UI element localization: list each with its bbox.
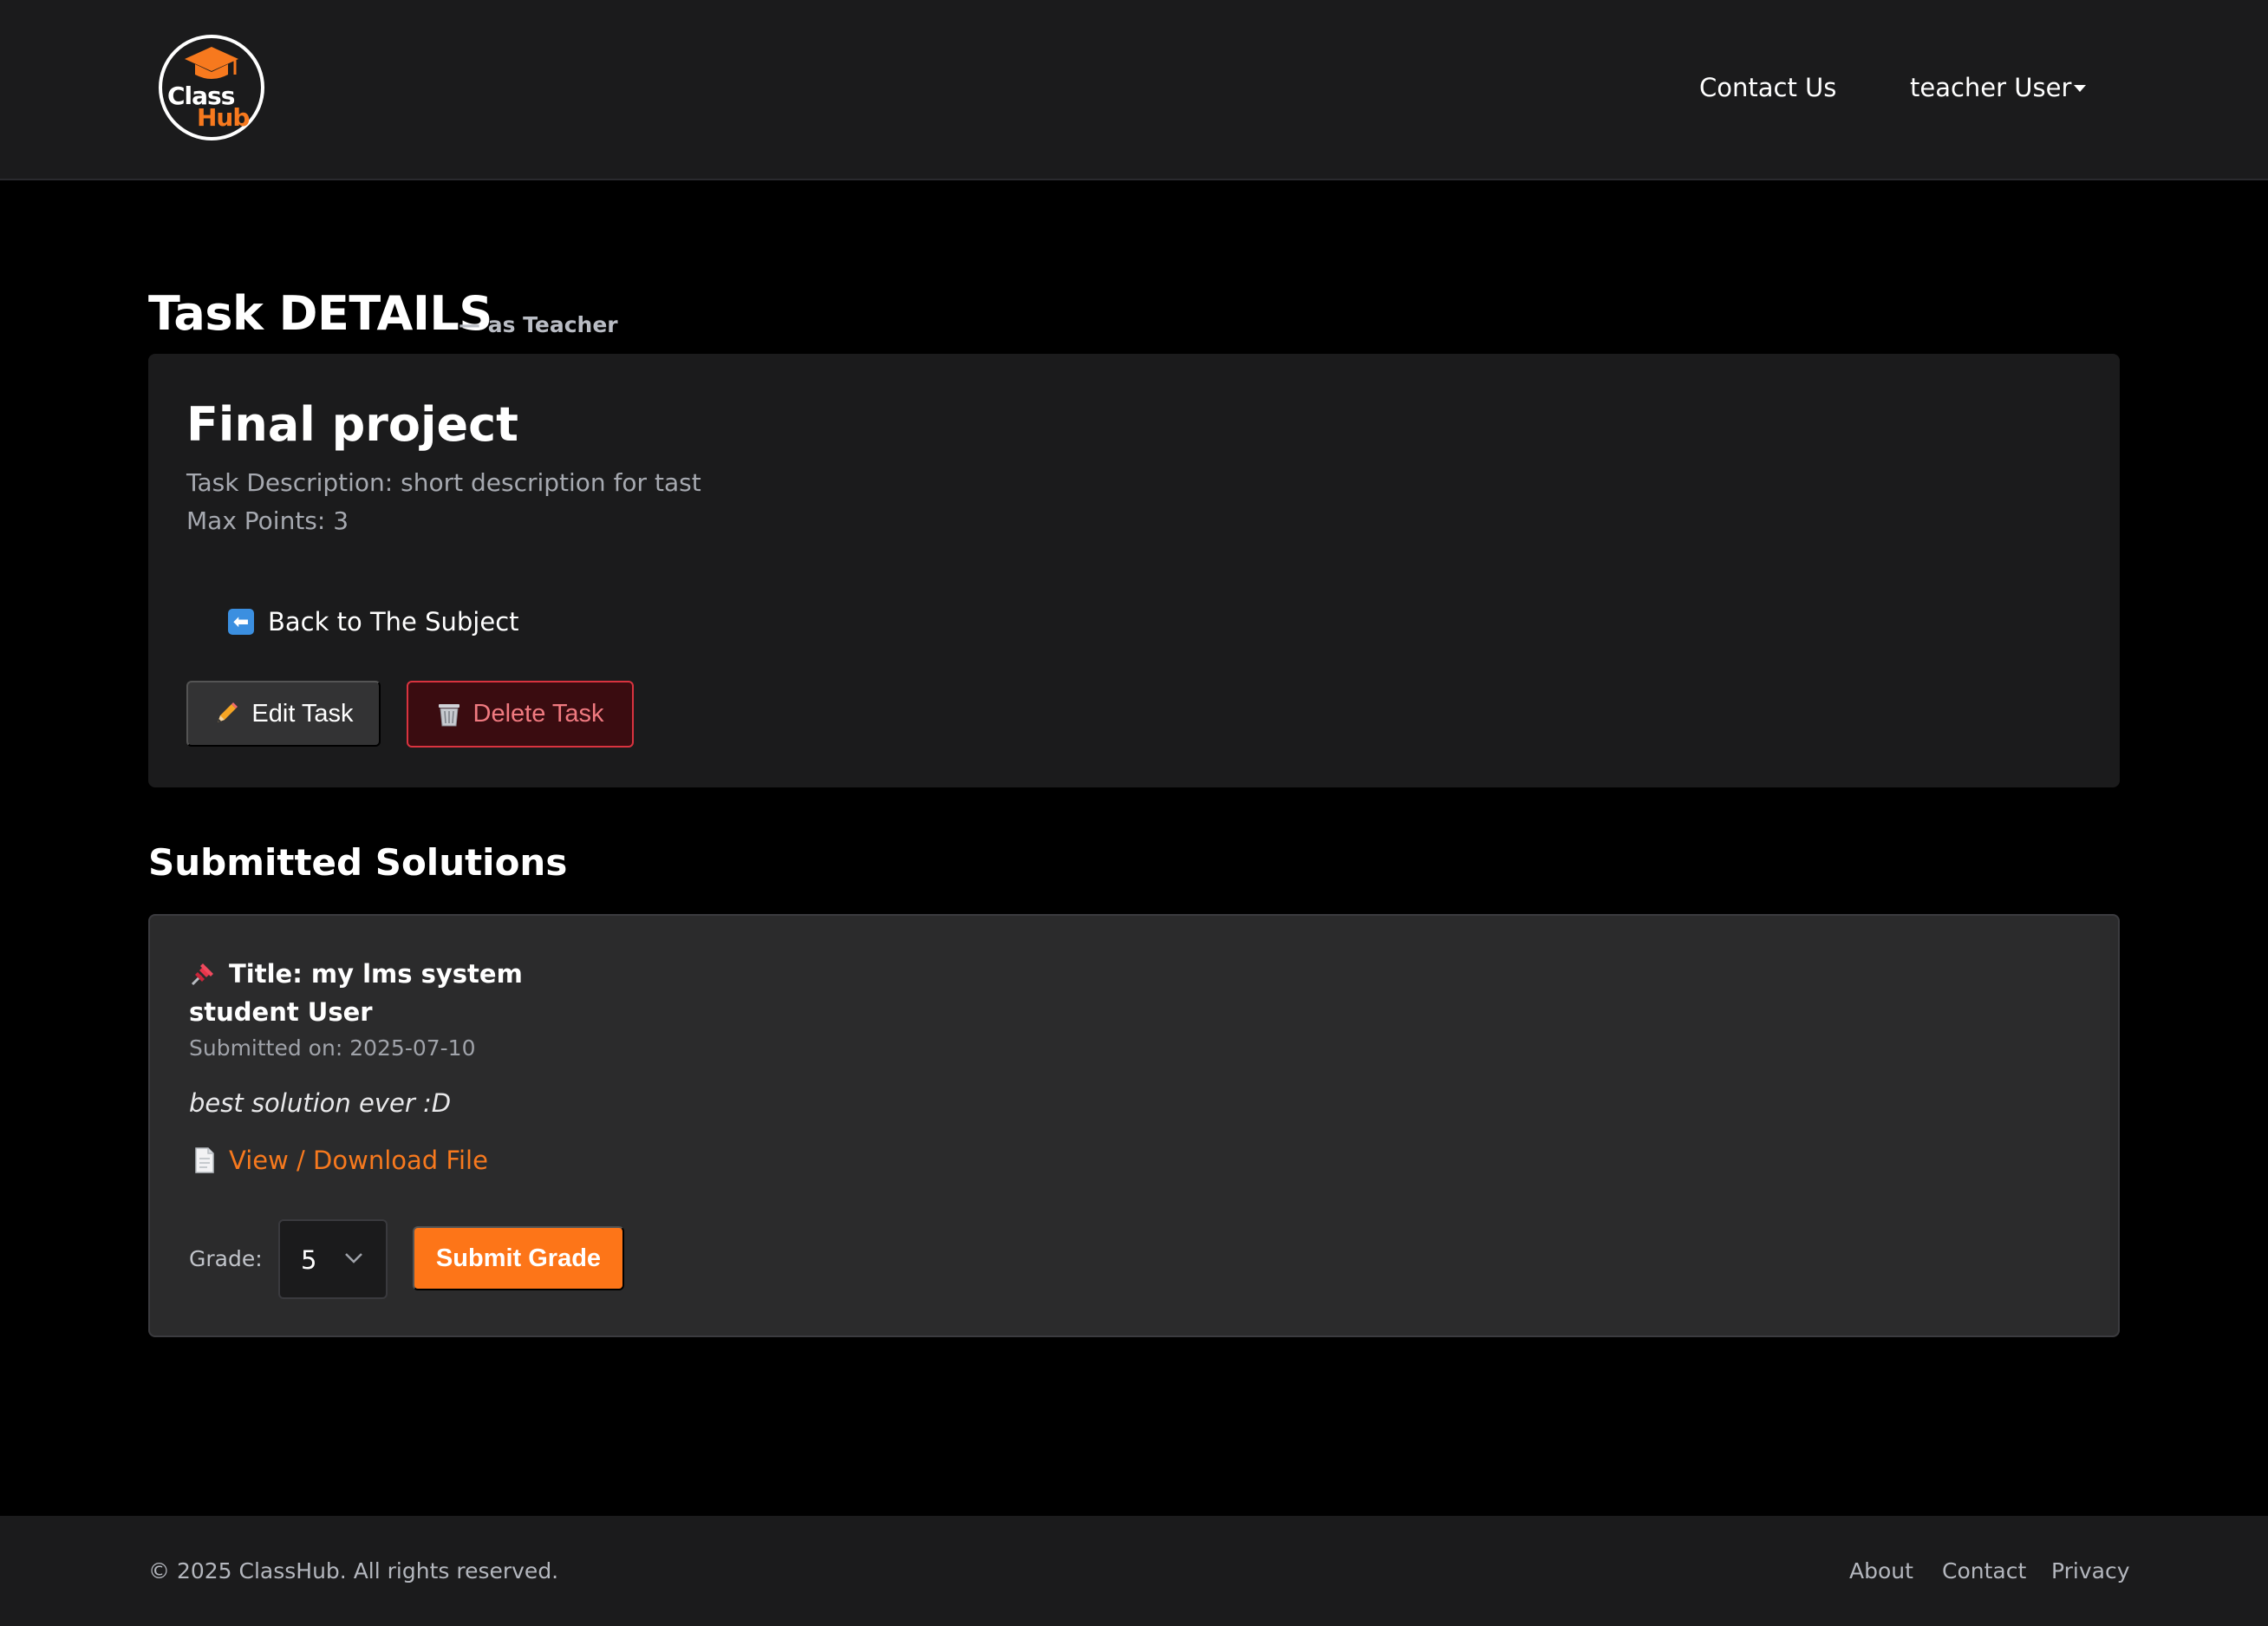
user-menu-toggle[interactable]: teacher User: [1910, 73, 2071, 102]
document-icon: [194, 1147, 215, 1173]
footer: © 2025 ClassHub. All rights reserved. Ab…: [0, 1516, 2268, 1626]
edit-task-label: Edit Task: [251, 699, 354, 728]
edit-task-button[interactable]: Edit Task: [186, 681, 381, 747]
grade-label: Grade:: [189, 1246, 263, 1271]
caret-down-icon[interactable]: [2074, 85, 2086, 92]
pencil-icon: [213, 701, 239, 727]
submitted-solutions-heading: Submitted Solutions: [148, 841, 568, 884]
graduation-cap-icon: [185, 47, 238, 79]
view-download-file-link[interactable]: View / Download File: [194, 1146, 488, 1175]
logo-text-hub: Hub: [197, 103, 250, 132]
role-subtitle: — as Teacher: [459, 312, 618, 337]
task-details-card: Final project Task Description: short de…: [148, 354, 2120, 787]
nav-contact-link[interactable]: Contact Us: [1699, 73, 1836, 102]
solution-comment: best solution ever :D: [189, 1088, 452, 1118]
back-to-subject-link[interactable]: ⬅ Back to The Subject: [228, 607, 519, 637]
footer-copyright: © 2025 ClassHub. All rights reserved.: [148, 1558, 559, 1584]
chevron-down-icon: [345, 1253, 362, 1264]
footer-link-contact[interactable]: Contact: [1942, 1558, 2026, 1584]
grade-select[interactable]: 5: [278, 1219, 388, 1299]
task-title: Final project: [186, 397, 518, 452]
wastebasket-icon: [437, 702, 461, 728]
delete-task-label: Delete Task: [472, 700, 604, 728]
task-max-points: Max Points: 3: [186, 506, 349, 535]
task-description: Task Description: short description for …: [186, 468, 701, 497]
solution-submitted-date: Submitted on: 2025-07-10: [189, 1035, 476, 1061]
footer-link-about[interactable]: About: [1849, 1558, 1913, 1584]
footer-link-privacy[interactable]: Privacy: [2051, 1558, 2130, 1584]
solution-title: Title: my lms system: [189, 959, 523, 989]
pushpin-icon: [189, 960, 217, 988]
view-download-file-label: View / Download File: [229, 1146, 488, 1175]
solution-card: Title: my lms system student User Submit…: [148, 914, 2120, 1337]
navbar: Class Hub Contact Us teacher User: [0, 0, 2268, 180]
solution-student-name: student User: [189, 997, 373, 1027]
delete-task-button[interactable]: Delete Task: [407, 681, 634, 748]
solution-title-text: Title: my lms system: [229, 959, 523, 989]
page-title: Task DETAILS: [148, 286, 492, 341]
back-to-subject-label: Back to The Subject: [268, 607, 519, 637]
grade-selected-value: 5: [301, 1245, 317, 1275]
submit-grade-button[interactable]: Submit Grade: [413, 1226, 624, 1290]
back-arrow-icon: ⬅: [228, 609, 254, 635]
classhub-logo[interactable]: Class Hub: [159, 35, 264, 140]
